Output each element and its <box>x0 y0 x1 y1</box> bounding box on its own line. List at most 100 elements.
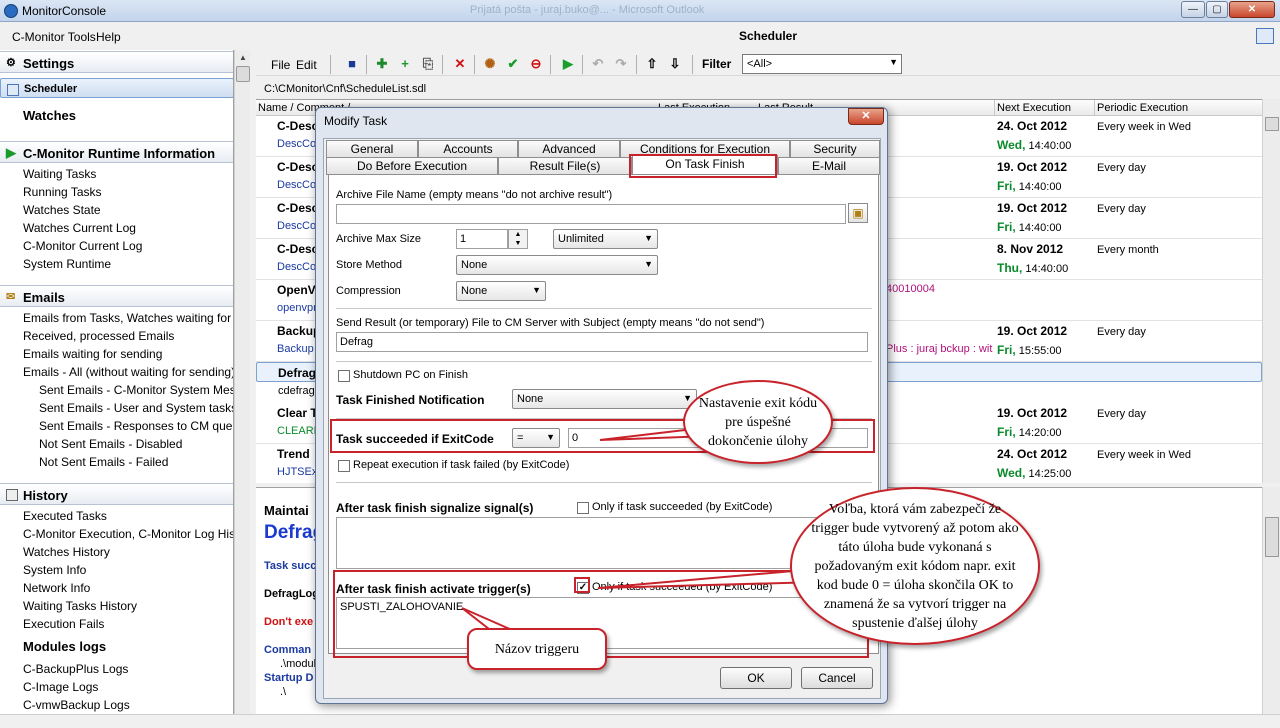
sidebar-item-system-runtime[interactable]: System Runtime <box>23 257 111 271</box>
sidebar-item-running-tasks[interactable]: Running Tasks <box>23 185 102 199</box>
column-header-periodic-execution[interactable]: Periodic Execution <box>1097 102 1188 114</box>
add-icon[interactable]: + <box>397 56 413 72</box>
sidebar-scheduler[interactable]: Scheduler <box>0 78 233 98</box>
sidebar-item-watches-state[interactable]: Watches State <box>23 203 101 217</box>
sidebar-item-emails-all[interactable]: Emails - All (without waiting for sendin… <box>23 365 233 379</box>
dialog-title: Modify Task <box>324 114 388 128</box>
delete-icon[interactable]: ✕ <box>452 56 468 72</box>
row-next-time: Fri, 14:20:00 <box>997 425 1062 439</box>
tab-advanced[interactable]: Advanced <box>518 140 620 158</box>
dialog-close-button[interactable]: ✕ <box>848 108 884 125</box>
store-method-value: None <box>461 259 488 271</box>
signal-textarea[interactable] <box>336 517 868 569</box>
sidebar-item-cmonitor-log[interactable]: C-Monitor Current Log <box>23 239 142 253</box>
row-period: Every month <box>1097 244 1159 256</box>
tab-do-before-execution[interactable]: Do Before Execution <box>326 157 498 175</box>
sidebar-item-sent-user[interactable]: Sent Emails - User and System tasks Res <box>39 401 233 415</box>
menu-file[interactable]: File <box>271 58 290 72</box>
archive-max-unit-select[interactable]: Unlimited ▼ <box>553 229 658 249</box>
archive-file-input[interactable] <box>336 204 846 224</box>
row-period: Every day <box>1097 203 1146 215</box>
shutdown-checkbox[interactable] <box>338 370 350 382</box>
row-desc: DescCo <box>277 220 317 232</box>
sidebar-item-vmwbackup-logs[interactable]: C-vmwBackup Logs <box>23 698 130 712</box>
run-icon[interactable]: ▶ <box>560 56 576 72</box>
scroll-thumb[interactable] <box>1265 517 1279 557</box>
menu-cmonitor-tools[interactable]: C-Monitor Tools <box>12 30 96 44</box>
scroll-thumb[interactable] <box>236 66 250 82</box>
disable-icon[interactable]: ⊖ <box>528 56 544 72</box>
repeat-execution-checkbox[interactable] <box>338 460 350 472</box>
sidebar-item-execution-fails[interactable]: Execution Fails <box>23 617 104 631</box>
new-task-icon[interactable]: ✚ <box>374 56 390 72</box>
move-down-icon[interactable]: ⇩ <box>667 56 683 72</box>
ok-button[interactable]: OK <box>720 667 792 689</box>
sidebar-item-not-sent-disabled[interactable]: Not Sent Emails - Disabled <box>39 437 182 451</box>
copy-icon[interactable]: ⎘ <box>420 56 436 72</box>
scroll-thumb[interactable] <box>1265 117 1279 131</box>
sidebar-history[interactable]: History <box>0 483 233 505</box>
details-scrollbar[interactable] <box>1262 487 1280 715</box>
sidebar-modules-logs[interactable]: Modules logs <box>23 639 106 654</box>
history-icon <box>6 489 18 501</box>
sidebar-item-watches-log[interactable]: Watches Current Log <box>23 221 136 235</box>
tab-email[interactable]: E-Mail <box>778 157 880 175</box>
sidebar-runtime[interactable]: ▶ C-Monitor Runtime Information <box>0 141 233 163</box>
notification-select[interactable]: None ▼ <box>512 389 697 409</box>
sidebar-item-emails-from-tasks[interactable]: Emails from Tasks, Watches waiting for s… <box>23 311 233 325</box>
tab-security[interactable]: Security <box>790 140 880 158</box>
annotation-exitcode-note: Nastavenie exit kódu pre úspešné dokonče… <box>683 380 833 464</box>
sidebar-item-network-info[interactable]: Network Info <box>23 581 90 595</box>
sidebar-item-cimage-logs[interactable]: C-Image Logs <box>23 680 98 694</box>
compression-value: None <box>461 285 488 297</box>
tab-accounts[interactable]: Accounts <box>418 140 518 158</box>
toolbar-separator <box>582 55 583 74</box>
details-log: DefragLog <box>264 588 319 600</box>
move-up-icon[interactable]: ⇧ <box>644 56 660 72</box>
scroll-up-icon[interactable]: ▲ <box>236 51 250 65</box>
send-result-input[interactable]: Defrag <box>336 332 868 352</box>
sidebar-item-backupplus-logs[interactable]: C-BackupPlus Logs <box>23 662 128 676</box>
row-name: Defrag <box>278 366 317 380</box>
store-method-select[interactable]: None ▼ <box>456 255 658 275</box>
folder-open-icon[interactable]: ▣ <box>848 203 868 223</box>
grid-scrollbar[interactable] <box>1262 99 1280 483</box>
sidebar-item-waiting-tasks[interactable]: Waiting Tasks <box>23 167 96 181</box>
sidebar-item-executed-tasks[interactable]: Executed Tasks <box>23 509 107 523</box>
sidebar-item-sent-responses[interactable]: Sent Emails - Responses to CM queries <box>39 419 233 433</box>
close-button[interactable]: ✕ <box>1229 1 1275 18</box>
sidebar-emails[interactable]: ✉ Emails <box>0 285 233 307</box>
sidebar-item-received-emails[interactable]: Received, processed Emails <box>23 329 174 343</box>
settings-icon[interactable]: ✺ <box>482 56 498 72</box>
sidebar-item-waiting-history[interactable]: Waiting Tasks History <box>23 599 137 613</box>
menu-edit[interactable]: Edit <box>296 58 317 72</box>
minimize-button[interactable]: — <box>1181 1 1205 18</box>
details-startup-value: .\ <box>280 686 287 698</box>
undo-icon[interactable]: ↶ <box>590 56 606 72</box>
sidebar-item-emails-waiting[interactable]: Emails waiting for sending <box>23 347 162 361</box>
column-header-next-execution[interactable]: Next Execution <box>997 102 1071 114</box>
save-icon[interactable]: ■ <box>344 56 360 72</box>
sidebar-settings[interactable]: ⚙ Settings <box>0 51 233 73</box>
signal-only-if-succeeded-checkbox[interactable] <box>577 502 589 514</box>
compression-select[interactable]: None ▼ <box>456 281 546 301</box>
sidebar-item-execution-history[interactable]: C-Monitor Execution, C-Monitor Log Histo… <box>23 527 233 541</box>
tab-result-files[interactable]: Result File(s) <box>498 157 632 175</box>
archive-max-size-input[interactable]: 1 <box>456 229 508 249</box>
archive-max-size-stepper[interactable]: ▲ ▼ <box>508 229 528 249</box>
sidebar-item-system-info[interactable]: System Info <box>23 563 86 577</box>
sidebar-item-not-sent-failed[interactable]: Not Sent Emails - Failed <box>39 455 168 469</box>
cancel-button[interactable]: Cancel <box>801 667 873 689</box>
sidebar-watches[interactable]: Watches <box>23 108 76 123</box>
repeat-execution-label: Repeat execution if task failed (by Exit… <box>353 459 570 471</box>
tab-general[interactable]: General <box>326 140 418 158</box>
maximize-button[interactable]: ▢ <box>1206 1 1228 18</box>
sidebar-item-watches-history[interactable]: Watches History <box>23 545 110 559</box>
enable-icon[interactable]: ✔ <box>505 56 521 72</box>
redo-icon[interactable]: ↷ <box>613 56 629 72</box>
sidebar-item-sent-system[interactable]: Sent Emails - C-Monitor System Message <box>39 383 233 397</box>
filter-select[interactable]: <All> ▼ <box>742 54 902 74</box>
sidebar-scrollbar[interactable]: ▲ <box>234 50 250 714</box>
chevron-down-icon: ▼ <box>644 259 653 269</box>
menu-help[interactable]: Help <box>96 30 121 44</box>
